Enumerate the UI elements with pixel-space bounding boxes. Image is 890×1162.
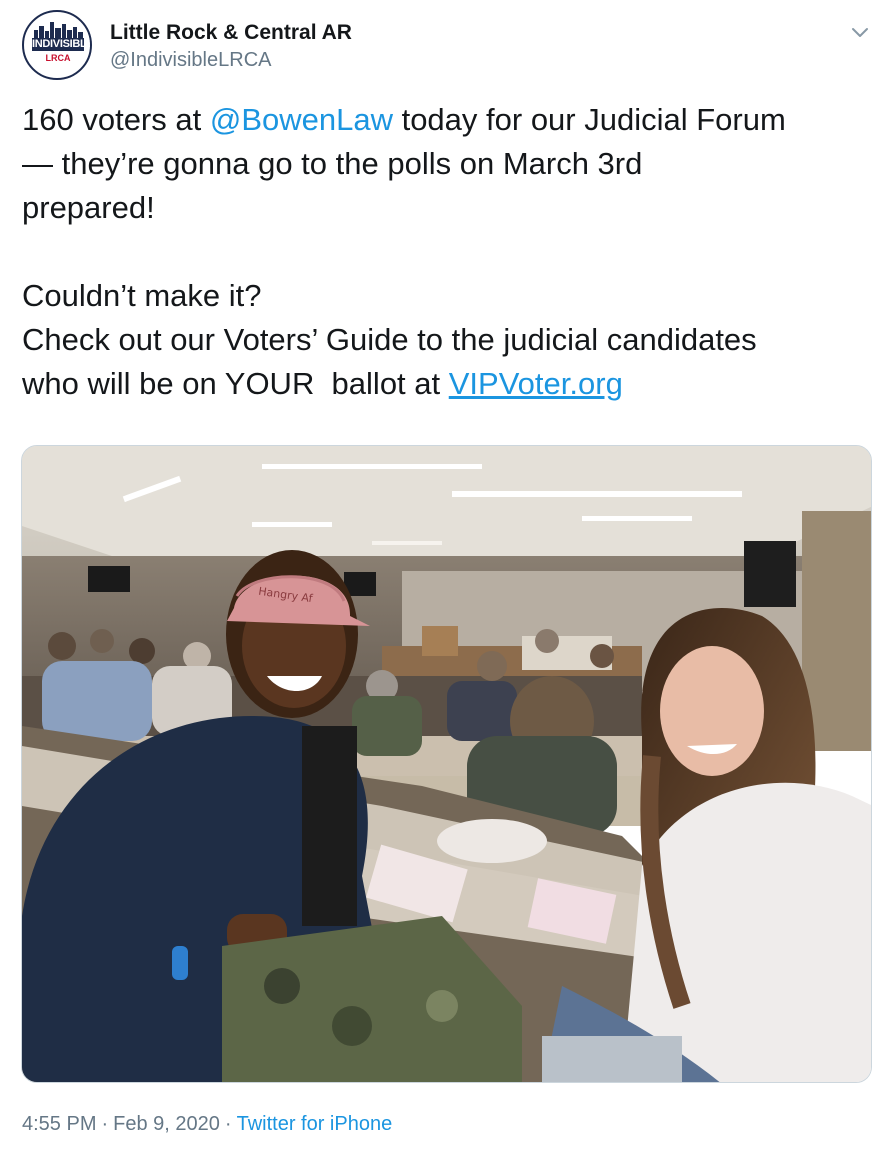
separator: · (101, 1113, 109, 1135)
avatar[interactable]: INDIVISIBLE LRCA (22, 10, 92, 80)
tweet-footer: 4:55 PM · Feb 9, 2020 · Twitter for iPhone (22, 1113, 392, 1136)
tweet-text-segment: prepared! (22, 190, 155, 225)
source-link[interactable]: Twitter for iPhone (237, 1113, 393, 1135)
tweet-text-segment: 160 voters at (22, 102, 210, 137)
tweet: INDIVISIBLE LRCA Little Rock & Central A… (0, 0, 890, 1162)
tweet-text-segment: Check out our Voters’ Guide to the judic… (22, 322, 757, 357)
tweet-text-segment: Couldn’t make it? (22, 278, 262, 313)
tweet-text: 160 voters at @BowenLaw today for our Ju… (22, 98, 882, 406)
mention-link[interactable]: @BowenLaw (210, 102, 393, 137)
external-link[interactable]: VIPVoter.org (449, 366, 623, 401)
tweet-header: INDIVISIBLE LRCA Little Rock & Central A… (22, 10, 872, 82)
tweet-photo[interactable]: Hangry Af (21, 445, 872, 1083)
tweet-text-segment: who will be on YOUR ballot at (22, 366, 449, 401)
tweet-time[interactable]: 4:55 PM (22, 1113, 96, 1135)
tweet-text-segment: today for our Judicial Forum (392, 102, 786, 137)
chevron-down-icon[interactable] (848, 20, 872, 44)
tweet-text-segment: — they’re gonna go to the polls on March… (22, 146, 643, 181)
photo-icon: Hangry Af (22, 446, 871, 1082)
avatar-text-bottom: LRCA (45, 53, 71, 63)
user-handle[interactable]: @IndivisibleLRCA (110, 49, 271, 72)
display-name[interactable]: Little Rock & Central AR (110, 21, 352, 45)
separator: · (224, 1113, 232, 1135)
tweet-date[interactable]: Feb 9, 2020 (113, 1113, 220, 1135)
avatar-text-top: INDIVISIBLE (32, 38, 92, 51)
